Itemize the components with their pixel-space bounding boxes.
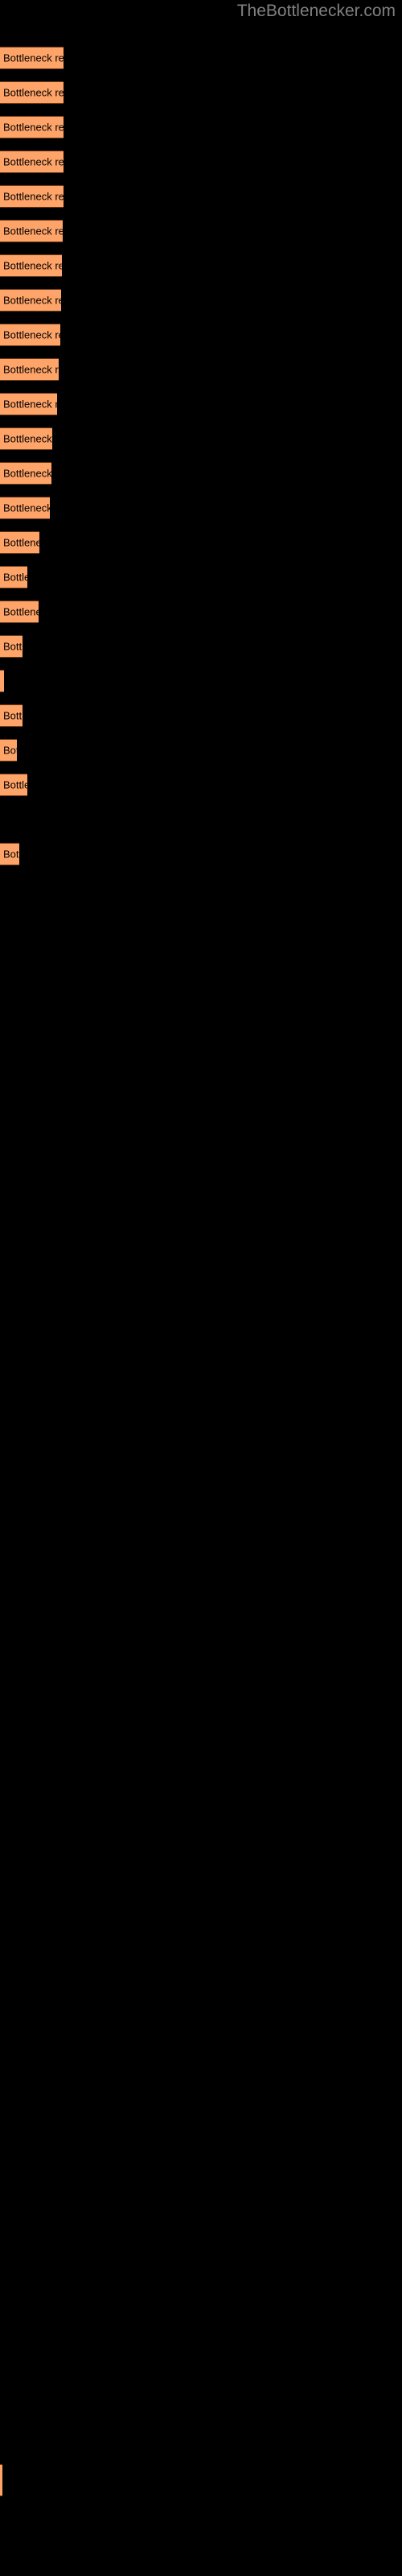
bar[interactable]: Bottleneck result	[0, 704, 23, 727]
bar-label: Bottleneck result	[3, 744, 17, 757]
bar-label: Bottleneck result	[3, 778, 27, 791]
bar-label: Bottleneck result	[3, 259, 62, 272]
bar[interactable]: Bottleneck result	[0, 151, 64, 173]
bar[interactable]: Bottleneck result	[0, 670, 4, 692]
bar[interactable]: Bottleneck result	[0, 427, 52, 450]
bar-label: Bottleneck result	[3, 605, 39, 618]
bar-label: Bottleneck result	[3, 363, 59, 376]
bar[interactable]: Bottleneck result	[0, 739, 17, 762]
bar-label: Bottleneck result	[3, 294, 61, 307]
bar-label: Bottleneck result	[3, 640, 23, 653]
bar[interactable]: Bottleneck result	[0, 566, 27, 588]
bar[interactable]: Bottleneck result	[0, 47, 64, 69]
bar-label: Bottleneck result	[3, 848, 19, 861]
bar[interactable]: Bottleneck result	[0, 324, 60, 346]
bar[interactable]: Bottleneck result	[0, 531, 39, 554]
bottleneck-bar-chart: Bottleneck result Bottleneck result Bottle…	[0, 0, 402, 2576]
bar[interactable]: Bottleneck result	[0, 635, 23, 658]
bar-label: Bottleneck result	[3, 52, 64, 64]
bar[interactable]: Bottleneck result	[0, 393, 57, 415]
bar-label: Bottleneck result	[3, 86, 64, 99]
bar[interactable]: Bottleneck result	[0, 462, 51, 485]
bar-label: Bottleneck result	[3, 398, 57, 411]
bar-label: Bottleneck result	[3, 432, 52, 445]
bar[interactable]: Bottleneck result	[0, 220, 63, 242]
bar-label: Bottleneck result	[3, 502, 50, 514]
bar[interactable]: Bottleneck result	[0, 81, 64, 104]
bar-label: Bottleneck result	[3, 155, 64, 168]
bar[interactable]: Bottleneck result	[0, 2464, 2, 2496]
page-root: TheBottlenecker.com Bottleneck resultBot…	[0, 0, 402, 2576]
bar-label: Bottleneck result	[3, 190, 64, 203]
bar[interactable]: Bottleneck result	[0, 601, 39, 623]
bar[interactable]: Bottleneck result	[0, 254, 62, 277]
bar-label: Bottleneck result	[3, 536, 39, 549]
bar-label: Bottleneck result	[3, 225, 63, 237]
bar-label: Bottleneck result	[3, 121, 64, 134]
bar-label: Bottleneck result	[3, 467, 51, 480]
bar[interactable]: Bottleneck result	[0, 497, 50, 519]
bar-label: Bottleneck result	[3, 328, 60, 341]
bar[interactable]: Bottleneck result	[0, 358, 59, 381]
bar[interactable]: Bottleneck result	[0, 289, 61, 312]
bar[interactable]: Bottleneck result	[0, 185, 64, 208]
bar-label: Bottleneck result	[3, 571, 27, 584]
bar-label: Bottleneck result	[3, 675, 4, 687]
bar[interactable]: Bottleneck result	[0, 843, 19, 865]
bar[interactable]: Bottleneck result	[0, 116, 64, 138]
bar-label: Bottleneck result	[3, 709, 23, 722]
bar[interactable]: Bottleneck result	[0, 774, 27, 796]
